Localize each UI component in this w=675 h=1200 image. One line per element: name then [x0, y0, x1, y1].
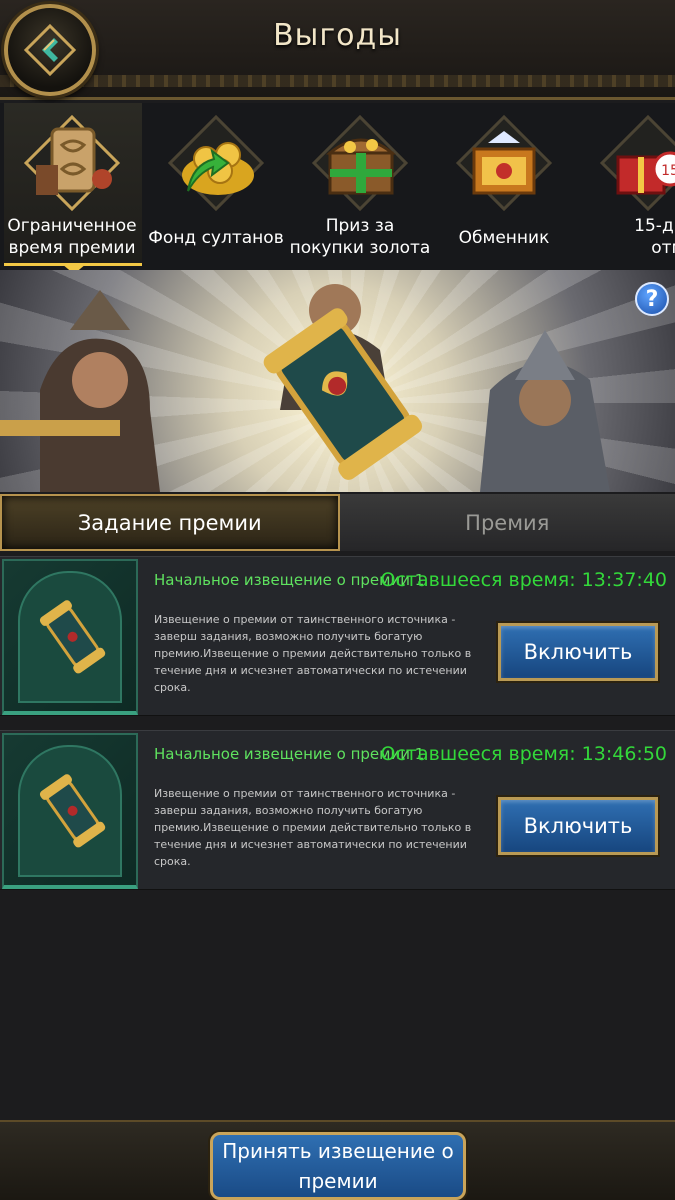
tab-exchanger[interactable]: Обменник: [432, 103, 576, 270]
scroll-icon: [39, 774, 106, 848]
scroll-icon: [39, 600, 106, 674]
item-timer: Оставшееся время: 13:46:50: [380, 743, 667, 765]
enable-button[interactable]: Включить: [498, 797, 658, 855]
category-bar: Ограниченное время премии Фонд султанов …: [0, 103, 675, 270]
tab-label: 15-дневн. отмет: [634, 216, 675, 258]
tab-label: Обменник: [458, 228, 550, 248]
list-item: Начальное извещение о премии 1 Оставшеес…: [0, 730, 675, 890]
tab-15-day-checkin[interactable]: 15 15-дневн. отмет: [576, 103, 675, 270]
page-title: Выгоды: [273, 18, 402, 53]
svg-text:15: 15: [661, 163, 675, 179]
item-thumbnail: [2, 733, 138, 889]
list-item: Начальное извещение о премии 1 Оставшеес…: [0, 556, 675, 716]
tab-gold-purchase-prize[interactable]: Приз за покупки золота: [288, 103, 432, 270]
tab-label: Фонд султанов: [148, 228, 284, 248]
item-timer: Оставшееся время: 13:37:40: [380, 569, 667, 591]
jewel-chest-icon: [472, 131, 536, 195]
header-ornament: [0, 75, 675, 87]
item-description: Извещение о премии от таинственного исто…: [154, 787, 472, 868]
help-button[interactable]: ?: [635, 282, 669, 316]
subtab-bonus-task[interactable]: Задание премии: [0, 494, 340, 551]
tab-sultan-fund[interactable]: Фонд султанов: [144, 103, 288, 270]
footer-bar: Принять извещение о премии: [0, 1120, 675, 1200]
subtab-bonus[interactable]: Премия: [339, 494, 675, 551]
scroll-bundle-icon: [36, 127, 112, 195]
banner-artwork: [0, 284, 610, 492]
subtab-bar: Задание премии Премия: [0, 494, 675, 551]
tab-label: Ограниченное время премии: [7, 216, 137, 258]
gift-calendar-icon: 15: [616, 151, 675, 195]
enable-button[interactable]: Включить: [498, 623, 658, 681]
tab-label: Приз за покупки золота: [289, 216, 431, 258]
item-thumbnail: [2, 559, 138, 715]
bonus-task-list: Начальное извещение о премии 1 Оставшеес…: [0, 556, 675, 904]
item-description: Извещение о премии от таинственного исто…: [154, 613, 472, 694]
treasure-chest-icon: [325, 138, 397, 195]
gold-coins-icon: [182, 142, 254, 195]
header: Выгоды: [0, 0, 675, 100]
tab-limited-time-bonus[interactable]: Ограниченное время премии: [0, 103, 144, 270]
promo-banner: ?: [0, 270, 675, 492]
accept-bonus-notice-button[interactable]: Принять извещение о премии: [210, 1132, 466, 1200]
